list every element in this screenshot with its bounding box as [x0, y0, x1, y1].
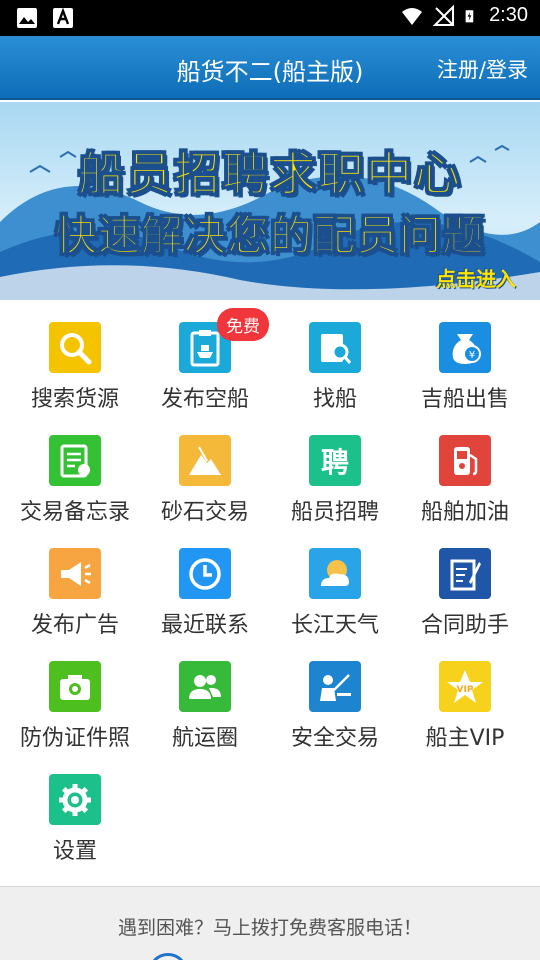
banner-subheadline: 快速解决您的配员问题 [54, 211, 485, 261]
grid-item-publish-empty-ship[interactable]: 免费 发布空船 [140, 300, 270, 413]
grid-item-settings[interactable]: 设置 [10, 752, 140, 865]
grid-item-ship-refuel[interactable]: 船舶加油 [400, 413, 530, 526]
grid-item-label: 设置 [52, 839, 97, 864]
find-ship-icon [309, 322, 361, 373]
search-icon [49, 322, 101, 373]
grid-item-label: 合同助手 [420, 613, 509, 638]
gear-icon [49, 774, 101, 825]
recruit-icon: 聘 [309, 435, 361, 486]
weather-icon [309, 548, 361, 599]
svg-text:¥: ¥ [469, 350, 475, 361]
grid-item-contract-helper[interactable]: 合同助手 [400, 526, 530, 639]
grid-item-label: 船员招聘 [290, 500, 379, 525]
grid-item-label: 找船 [312, 387, 357, 412]
phone-icon[interactable] [148, 953, 188, 960]
clipboard-ship-icon: 免费 [179, 308, 269, 373]
grid-item-label: 吉船出售 [420, 387, 509, 412]
grid-item-search-cargo[interactable]: 搜索货源 [10, 300, 140, 413]
no-signal-icon [433, 4, 455, 26]
grid-item-label: 交易备忘录 [19, 500, 130, 525]
wifi-icon [402, 7, 423, 25]
grid-item-shipping-circle[interactable]: 航运圈 [140, 639, 270, 752]
fuel-pump-icon [439, 435, 491, 486]
svg-text:VIP: VIP [457, 685, 474, 695]
grid-item-label: 发布广告 [30, 613, 119, 638]
grid-item-label: 搜索货源 [30, 387, 119, 412]
app-bar: 船货不二(船主版) 注册/登录 [0, 36, 540, 100]
grid-item-label: 防伪证件照 [19, 726, 130, 751]
register-login-button[interactable]: 注册/登录 [437, 54, 528, 84]
megaphone-icon [49, 548, 101, 599]
free-badge: 免费 [217, 308, 269, 341]
grid-item-label: 船主VIP [425, 726, 505, 751]
grid-item-label: 发布空船 [160, 387, 249, 412]
recruitment-banner[interactable]: 船员招聘求职中心 快速解决您的配员问题 点击进入 [0, 102, 540, 300]
grid-item-recent-contacts[interactable]: 最近联系 [140, 526, 270, 639]
contract-icon [439, 548, 491, 599]
clock-icon [179, 548, 231, 599]
camera-icon [49, 661, 101, 712]
grid-item-label: 最近联系 [160, 613, 249, 638]
grid-item-label: 砂石交易 [160, 500, 249, 525]
grid-item-label: 长江天气 [290, 613, 379, 638]
battery-charging-icon [465, 9, 474, 22]
grid-item-trade-memo[interactable]: 交易备忘录 [10, 413, 140, 526]
grid-item-publish-ad[interactable]: 发布广告 [10, 526, 140, 639]
sand-pile-icon [179, 435, 231, 486]
grid-item-anti-fake-photo[interactable]: 防伪证件照 [10, 639, 140, 752]
status-bar: 2:30 [0, 0, 540, 36]
grid-item-crew-recruit[interactable]: 聘 船员招聘 [270, 413, 400, 526]
grid-item-owner-vip[interactable]: VIP 船主VIP [400, 639, 530, 752]
grid-item-label: 安全交易 [290, 726, 379, 751]
memo-icon [49, 435, 101, 486]
grid-item-sand-trade[interactable]: 砂石交易 [140, 413, 270, 526]
banner-headline: 船员招聘求职中心 [78, 147, 462, 202]
grid-item-label: 船舶加油 [420, 500, 509, 525]
grid-item-yangtze-weather[interactable]: 长江天气 [270, 526, 400, 639]
grid-item-label: 航运圈 [171, 726, 238, 751]
banner-enter-link[interactable]: 点击进入 [436, 263, 516, 292]
help-footer: 遇到困难？马上拨打免费客服电话！ [0, 886, 540, 960]
help-hotline-text[interactable]: 遇到困难？马上拨打免费客服电话！ [0, 913, 540, 940]
grid-item-find-ship[interactable]: 找船 [270, 300, 400, 413]
grid-item-ship-for-sale[interactable]: ¥ 吉船出售 [400, 300, 530, 413]
grid-item-safe-trade[interactable]: 安全交易 [270, 639, 400, 752]
people-icon [179, 661, 231, 712]
teacher-icon [309, 661, 361, 712]
clock-time: 2:30 [489, 4, 528, 26]
feature-grid: 搜索货源 免费 发布空船 找船 ¥ 吉船出售 交易备忘录 砂石交易 聘 船员招聘… [0, 300, 540, 886]
svg-text:聘: 聘 [321, 446, 349, 479]
text-notification-icon [53, 7, 73, 28]
vip-star-icon: VIP [439, 661, 491, 712]
image-notification-icon [17, 8, 37, 28]
money-bag-icon: ¥ [439, 322, 491, 373]
